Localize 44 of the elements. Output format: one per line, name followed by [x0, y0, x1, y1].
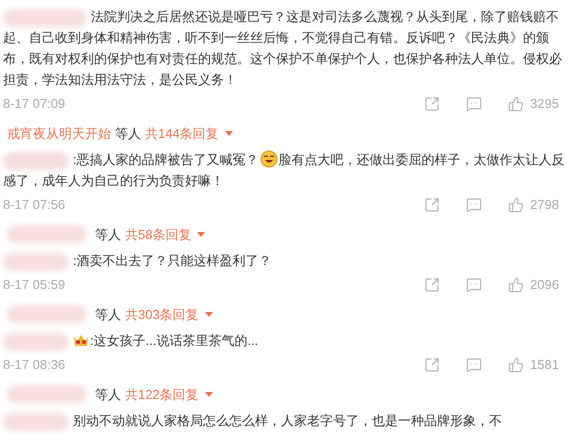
reply-suffix: 等人 [95, 386, 121, 404]
comment-time: 8-17 07:56 [3, 196, 66, 214]
grin-emoji-icon [260, 150, 278, 168]
comment-time: 8-17 07:09 [3, 95, 66, 113]
blurred-username [3, 332, 69, 351]
caret-icon [204, 312, 213, 317]
comment-time: 8-17 05:59 [3, 276, 66, 294]
reply-count-link[interactable]: 共122条回复 [125, 384, 213, 404]
reply-suffix: 等人 [95, 226, 121, 244]
caret-icon [224, 130, 233, 136]
caret-icon [204, 392, 213, 397]
like-count: 3295 [530, 95, 559, 113]
comment-icon[interactable] [466, 276, 482, 293]
crown-icon [73, 333, 89, 347]
comment-text: :这女孩子...说话茶里茶气的... [3, 330, 569, 351]
like-count: 2096 [530, 276, 559, 294]
share-icon[interactable] [424, 196, 440, 213]
like-icon[interactable] [508, 356, 524, 373]
reply-count-link[interactable]: 共144条回复 [145, 124, 233, 143]
comment-text: 别动不动就说人家格局怎么怎么样，人家老字号了，也是一种品牌形象，不 [3, 410, 569, 431]
reply-count-link[interactable]: 共58条回复 [125, 224, 206, 244]
share-icon[interactable] [424, 276, 440, 293]
like-icon[interactable] [508, 196, 524, 213]
comment-text: 法院判决之后居然还说是哑巴亏？这是对司法多么蔑视？从头到尾，除了赔钱赔不起、自己收到身体和精神伤害，听不到一丝丝后悔，不觉得自己有错。反诉吧？《民法典》的颁布，既有对权利的保护也有对责任的规范。这个保护不单保护个人，也保护各种法人单位。侵权必担责，学法知法用法守法，是公民义务！ [3, 8, 563, 89]
like-icon[interactable] [508, 276, 524, 293]
share-icon[interactable] [424, 96, 440, 112]
blurred-username [3, 152, 69, 170]
comment-text: :酒卖不出去了？只能这样盈利了？ [3, 250, 569, 271]
comment-icon[interactable] [466, 196, 482, 213]
comment-text: :恶搞人家的品牌被告了又喊冤？ 脸有点大吧，还做出委屈的样子，太做作太让人反感了，成年人为自己的行为负责好嘛！ [3, 149, 566, 190]
blurred-username [3, 412, 69, 431]
like-count: 2798 [530, 196, 559, 214]
share-icon[interactable] [424, 356, 440, 373]
like-count: 1581 [530, 356, 559, 374]
comment-icon[interactable] [466, 96, 482, 112]
blurred-username [3, 252, 69, 271]
reply-suffix: 等人 [95, 306, 121, 324]
reply-suffix: 等人 [115, 124, 141, 142]
reply-count-link[interactable]: 共303条回复 [125, 304, 213, 324]
comment-time: 8-17 08:36 [3, 356, 66, 374]
reply-username[interactable]: 戒宵夜从明天开始 [7, 124, 111, 143]
comment-icon[interactable] [466, 356, 482, 373]
caret-icon [197, 232, 206, 237]
like-icon[interactable] [508, 96, 524, 112]
